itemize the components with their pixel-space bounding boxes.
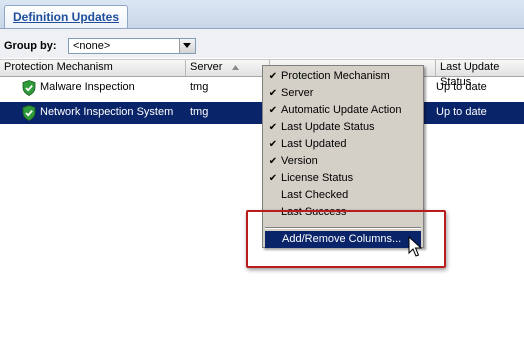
column-header-last-update-status[interactable]: Last Update Status: [436, 60, 524, 88]
menu-item-label: License Status: [281, 172, 354, 184]
menu-item-last-update-status[interactable]: ✔ Last Update Status: [264, 119, 422, 136]
menu-item-label: Protection Mechanism: [281, 70, 390, 82]
sort-ascending-icon: [232, 65, 239, 70]
mouse-pointer-icon: [408, 236, 422, 257]
status-cell: Up to date: [436, 106, 487, 118]
menu-item-version[interactable]: ✔ Version: [264, 153, 422, 170]
column-header-label: Protection Mechanism: [4, 61, 113, 73]
group-by-select[interactable]: <none>: [68, 38, 196, 54]
tab-definition-updates[interactable]: Definition Updates: [4, 5, 128, 28]
checkmark-icon: ✔: [268, 139, 278, 150]
menu-item-last-checked[interactable]: Last Checked: [264, 187, 422, 204]
menu-item-last-updated[interactable]: ✔ Last Updated: [264, 136, 422, 153]
menu-item-automatic-update-action[interactable]: ✔ Automatic Update Action: [264, 102, 422, 119]
column-header-protection-mechanism[interactable]: Protection Mechanism: [0, 60, 186, 76]
group-by-label: Group by:: [4, 40, 57, 52]
checkmark-icon: ✔: [268, 105, 278, 116]
menu-item-label: Server: [281, 87, 314, 99]
column-header-label: Server: [190, 61, 223, 73]
menu-item-license-status[interactable]: ✔ License Status: [264, 170, 422, 187]
server-cell: tmg: [190, 106, 209, 118]
status-cell: Up to date: [436, 81, 487, 93]
menu-item-label: Automatic Update Action: [281, 104, 402, 116]
tab-label: Definition Updates: [13, 10, 120, 24]
menu-item-label: Last Update Status: [281, 121, 375, 133]
column-header-server[interactable]: Server: [186, 60, 270, 76]
menu-item-protection-mechanism[interactable]: ✔ Protection Mechanism: [264, 68, 422, 85]
tab-strip: Definition Updates: [0, 0, 524, 29]
chevron-down-icon: [183, 43, 191, 48]
green-shield-check-icon: [22, 80, 36, 96]
menu-item-label: Last Updated: [281, 138, 347, 150]
menu-item-label: Last Checked: [281, 189, 349, 201]
mechanism-cell: Malware Inspection: [40, 81, 135, 93]
checkmark-icon: ✔: [268, 71, 278, 82]
menu-item-label: Version: [281, 155, 318, 167]
group-by-value: <none>: [73, 40, 111, 52]
checkmark-icon: ✔: [268, 156, 278, 167]
mechanism-cell: Network Inspection System: [40, 106, 174, 118]
checkmark-icon: ✔: [268, 173, 278, 184]
green-shield-check-icon: [22, 105, 36, 121]
checkmark-icon: ✔: [268, 122, 278, 133]
server-cell: tmg: [190, 81, 209, 93]
menu-item-server[interactable]: ✔ Server: [264, 85, 422, 102]
dropdown-button[interactable]: [179, 39, 195, 53]
checkmark-icon: ✔: [268, 88, 278, 99]
